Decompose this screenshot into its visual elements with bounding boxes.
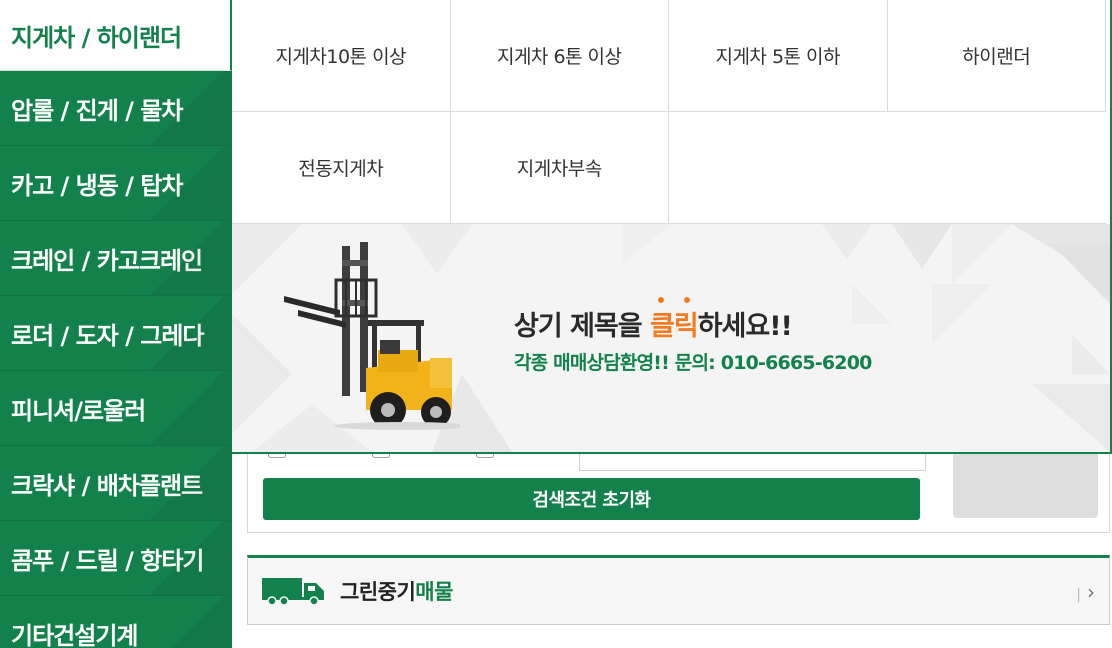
promo-banner[interactable]: 상기 제목을 클릭하세요!! 각종 매매상담환영!! 문의: 010-6665-…: [232, 224, 1110, 452]
sidebar-item-arm-roll[interactable]: 압롤 / 진게 / 물차: [0, 71, 232, 146]
forklift-image: [284, 242, 460, 430]
sidebar-item-cargo[interactable]: 카고 / 냉동 / 탑차: [0, 146, 232, 221]
listing-header[interactable]: 그린중기매물 | ›: [247, 555, 1110, 625]
sidebar-item-label: 피니셔/로울러: [11, 396, 146, 425]
submenu-item[interactable]: 전동지게차: [232, 112, 451, 224]
submenu-item[interactable]: 지게차10톤 이상: [232, 0, 451, 112]
banner-contact-text: 각종 매매상담환영!! 문의: 010-6665-6200: [514, 352, 872, 374]
submenu-item[interactable]: 지게차부속: [450, 112, 669, 224]
sidebar-item-label: 크락샤 / 배차플랜트: [11, 471, 203, 500]
sidebar-item-label: 로더 / 도자 / 그레다: [11, 321, 205, 350]
sidebar-item-loader[interactable]: 로더 / 도자 / 그레다: [0, 296, 232, 371]
submenu-item[interactable]: 지게차 6톤 이상: [450, 0, 669, 112]
chevron-right-icon[interactable]: | ›: [1076, 580, 1095, 604]
page-root: 지게차 / 하이랜더 압롤 / 진게 / 물차 카고 / 냉동 / 탑차 크레인…: [0, 0, 1112, 648]
reset-search-button[interactable]: 검색조건 초기화: [263, 478, 920, 520]
forklift-submenu: 지게차10톤 이상 지게차 6톤 이상 지게차 5톤 이하 하이랜더 전동지게차…: [232, 0, 1112, 454]
submenu-item[interactable]: 지게차 5톤 이하: [669, 0, 888, 112]
category-sidebar: 지게차 / 하이랜더 압롤 / 진게 / 물차 카고 / 냉동 / 탑차 크레인…: [0, 0, 232, 648]
sidebar-item-label: 기타건설기계: [11, 621, 138, 648]
sidebar-item-crane[interactable]: 크레인 / 카고크레인: [0, 221, 232, 296]
submenu-empty-cell: [887, 112, 1106, 224]
sidebar-item-finisher[interactable]: 피니셔/로울러: [0, 371, 232, 446]
listing-title: 그린중기매물: [340, 580, 453, 604]
submenu-item[interactable]: 하이랜더: [887, 0, 1106, 112]
sidebar-item-compressor[interactable]: 콤푸 / 드릴 / 항타기: [0, 521, 232, 596]
sidebar-item-label: 압롤 / 진게 / 물차: [11, 96, 183, 125]
sidebar-item-label: 콤푸 / 드릴 / 항타기: [11, 546, 205, 575]
sidebar-item-label: 지게차 / 하이랜더: [11, 23, 182, 52]
sidebar-item-crusher[interactable]: 크락샤 / 배차플랜트: [0, 446, 232, 521]
submenu-grid: 지게차10톤 이상 지게차 6톤 이상 지게차 5톤 이하 하이랜더 전동지게차…: [232, 0, 1106, 224]
sidebar-item-forklift[interactable]: 지게차 / 하이랜더: [0, 0, 232, 71]
sidebar-item-label: 카고 / 냉동 / 탑차: [11, 171, 183, 200]
submenu-empty-cell: [669, 112, 888, 224]
sidebar-item-etc[interactable]: 기타건설기계: [0, 596, 232, 648]
truck-icon: [262, 578, 324, 606]
sidebar-item-label: 크레인 / 카고크레인: [11, 246, 203, 275]
banner-title: 상기 제목을 클릭하세요!!: [514, 297, 793, 343]
